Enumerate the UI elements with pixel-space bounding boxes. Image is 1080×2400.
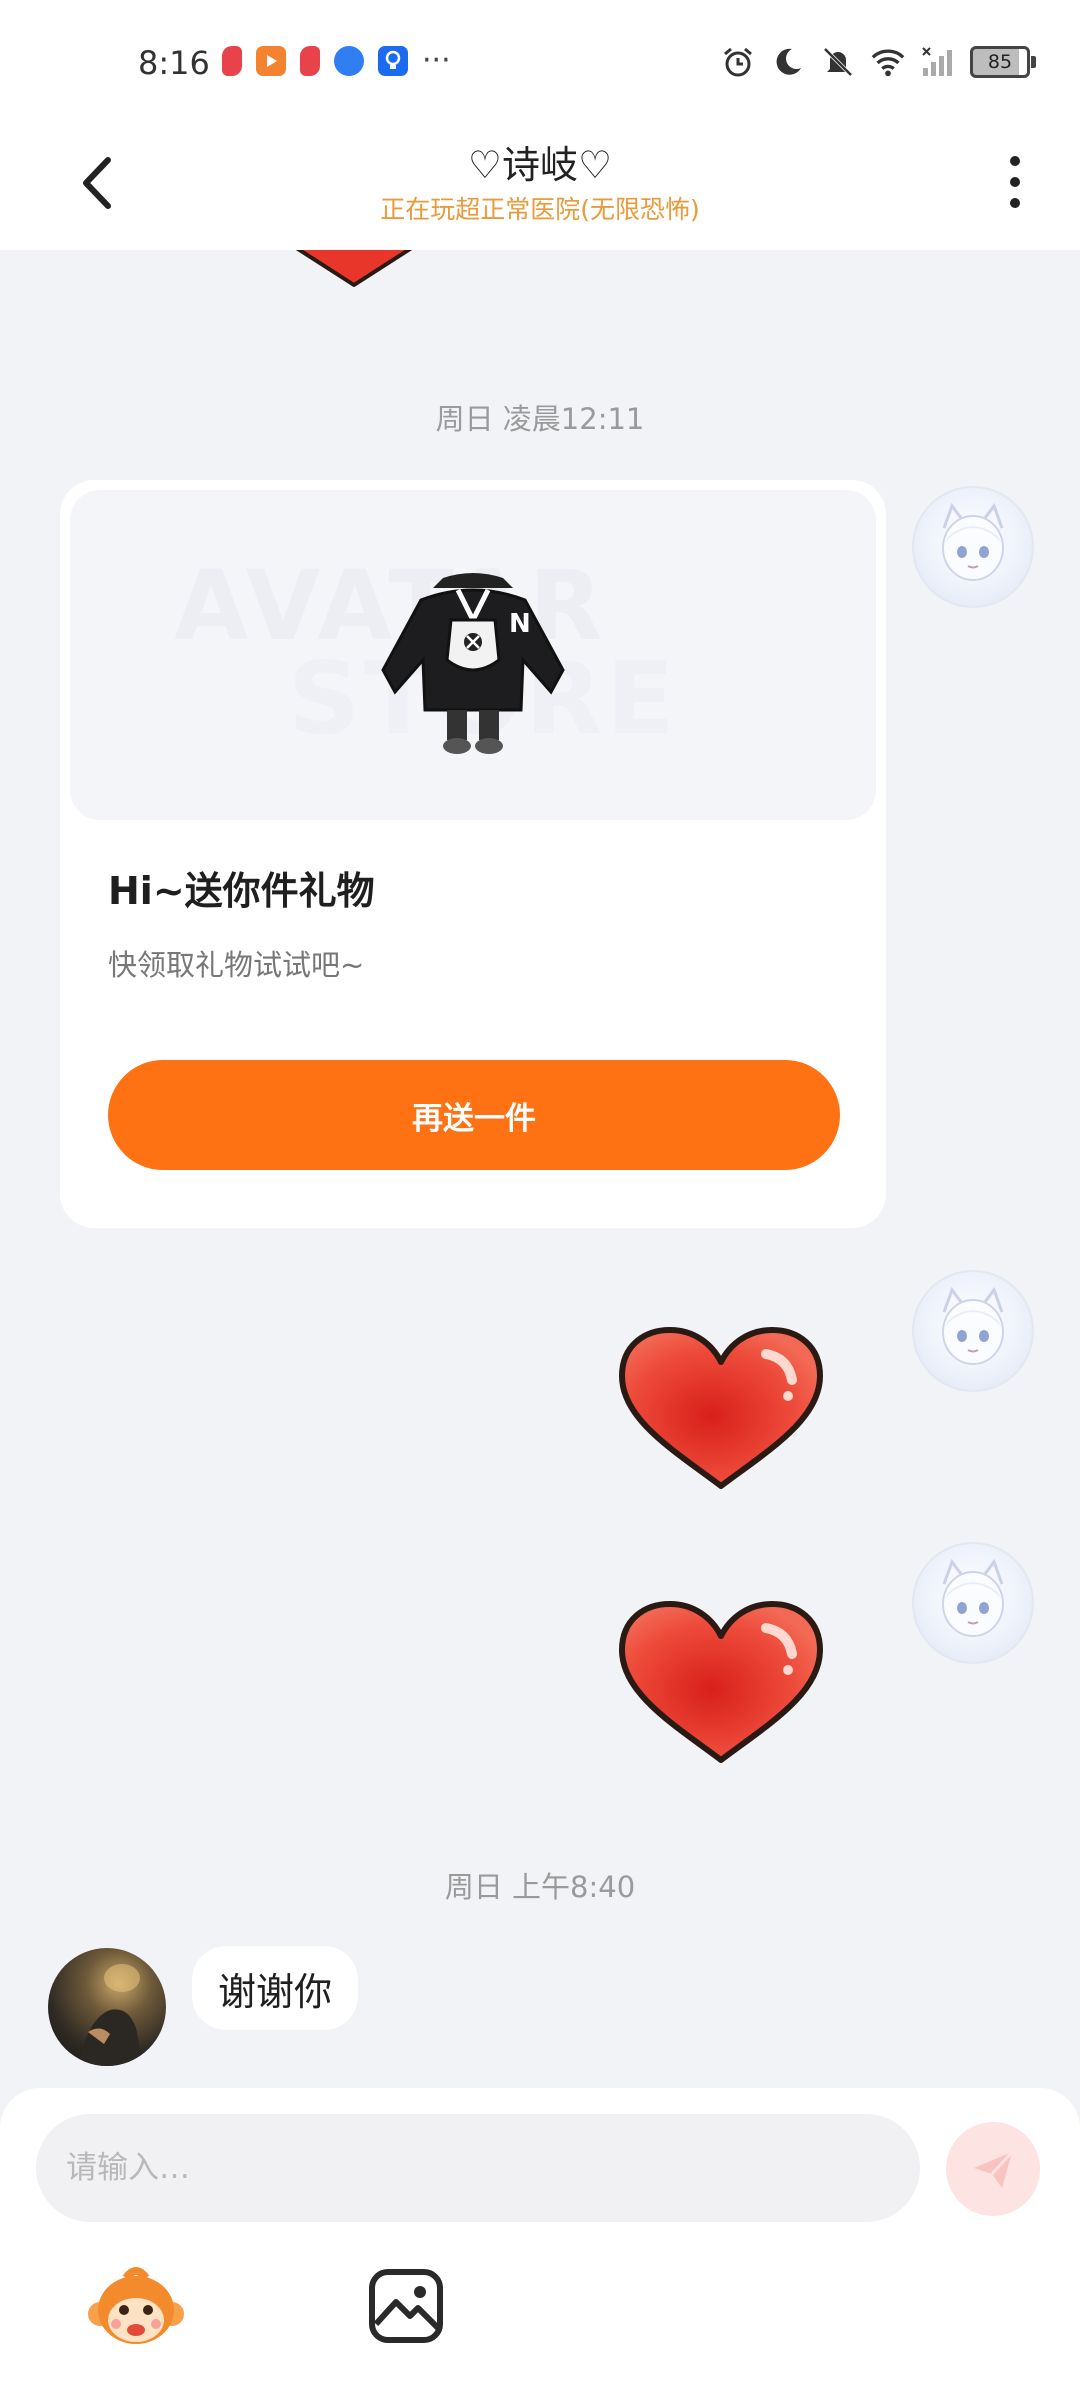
battery-icon: 85 (970, 46, 1036, 78)
contact-name: ♡诗岐♡ (467, 143, 613, 187)
gift-title: Hi~送你件礼物 (108, 869, 375, 913)
monkey-mascot-icon (88, 2267, 184, 2344)
heart-sticker[interactable] (616, 1598, 826, 1768)
more-options-icon[interactable] (1000, 152, 1030, 212)
timestamp: 周日 上午8:40 (444, 1870, 636, 1904)
orange-play-app-icon (256, 46, 286, 76)
paper-plane-icon (974, 2150, 1014, 2188)
notification-icons: ··· (222, 46, 451, 76)
jacket-item-icon: N (381, 573, 565, 754)
timestamp: 周日 凌晨12:11 (435, 402, 645, 436)
gift-description: 快领取礼物试试吧~ (108, 948, 365, 982)
gift-card[interactable]: AVATAR STORE N Hi~送你件礼物 快领取礼物试试吧~ 再送一件 (60, 480, 886, 1228)
message-input[interactable] (36, 2114, 920, 2222)
my-avatar[interactable] (912, 1542, 1034, 1664)
alarm-icon (720, 44, 756, 80)
svg-text:N: N (509, 609, 531, 639)
my-avatar[interactable] (912, 486, 1034, 608)
blue-globe-app-icon (334, 46, 364, 76)
wifi-icon (870, 44, 906, 80)
moon-icon (770, 44, 806, 80)
send-another-gift-button[interactable]: 再送一件 (108, 1060, 840, 1170)
heart-sticker-partial[interactable] (284, 250, 424, 290)
status-time: 8:16 (138, 44, 210, 82)
gift-image: AVATAR STORE N (70, 490, 876, 820)
blue-bulb-app-icon (378, 46, 408, 76)
incoming-message-bubble[interactable]: 谢谢你 (192, 1946, 359, 2030)
red-app-icon (222, 46, 242, 76)
red-app-icon (300, 46, 320, 76)
mascot-sticker-button[interactable] (86, 2258, 186, 2358)
image-picker-button[interactable] (366, 2266, 446, 2346)
playing-status[interactable]: 正在玩超正常医院(无限恐怖) (0, 190, 1080, 226)
mute-icon (820, 44, 856, 80)
heart-sticker[interactable] (616, 1324, 826, 1494)
more-dots-icon: ··· (422, 43, 451, 78)
chat-area[interactable]: 周日 凌晨12:11 AVATAR STORE N (0, 250, 1080, 2090)
chat-header: ♡诗岐♡ 正在玩超正常医院(无限恐怖) (0, 128, 1080, 250)
system-icons: 85 (720, 44, 1036, 80)
signal-icon (920, 44, 956, 80)
input-bar (0, 2088, 1080, 2400)
status-bar: 8:16 ··· 85 (0, 0, 1080, 128)
image-icon (369, 2269, 443, 2343)
my-avatar[interactable] (912, 1270, 1034, 1392)
contact-avatar[interactable] (48, 1948, 166, 2066)
send-button[interactable] (946, 2122, 1040, 2216)
